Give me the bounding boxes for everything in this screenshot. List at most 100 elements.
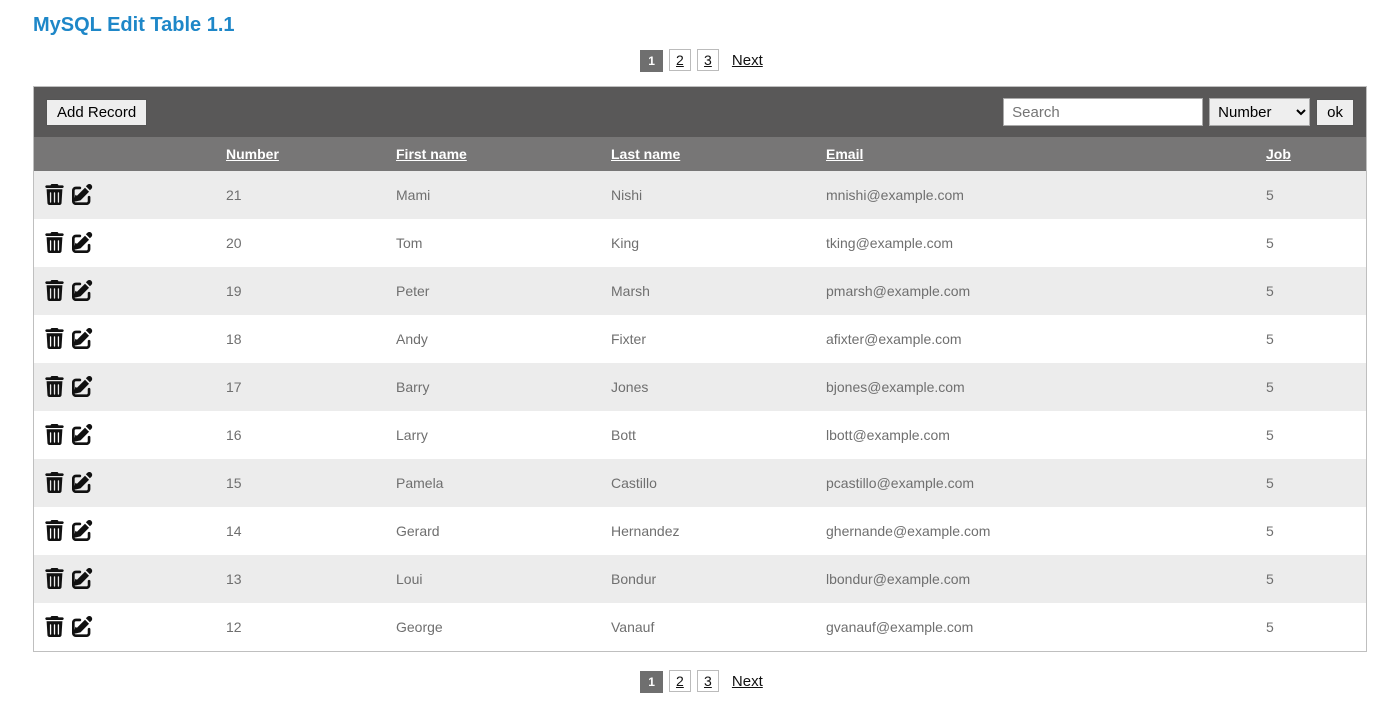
cell-first: Larry bbox=[384, 411, 599, 459]
page-3[interactable]: 3 bbox=[697, 670, 719, 692]
cell-job: 5 bbox=[1254, 603, 1366, 651]
cell-number: 13 bbox=[214, 555, 384, 603]
cell-job: 5 bbox=[1254, 171, 1366, 219]
delete-icon[interactable] bbox=[44, 232, 66, 254]
cell-number: 20 bbox=[214, 219, 384, 267]
col-email-sort[interactable]: Email bbox=[826, 146, 863, 162]
cell-job: 5 bbox=[1254, 411, 1366, 459]
page-title: MySQL Edit Table 1.1 bbox=[33, 14, 1367, 37]
page-2[interactable]: 2 bbox=[669, 670, 691, 692]
cell-number: 12 bbox=[214, 603, 384, 651]
cell-job: 5 bbox=[1254, 363, 1366, 411]
cell-last: King bbox=[599, 219, 814, 267]
table-row: 19PeterMarshpmarsh@example.com5 bbox=[34, 267, 1366, 315]
delete-icon[interactable] bbox=[44, 280, 66, 302]
cell-job: 5 bbox=[1254, 267, 1366, 315]
cell-email: tking@example.com bbox=[814, 219, 1254, 267]
cell-first: Peter bbox=[384, 267, 599, 315]
pagination-bottom: 123 Next bbox=[33, 670, 1367, 693]
delete-icon[interactable] bbox=[44, 328, 66, 350]
col-number-sort[interactable]: Number bbox=[226, 146, 279, 162]
cell-first: Mami bbox=[384, 171, 599, 219]
table-panel: Add Record NumberFirst nameLast nameEmai… bbox=[33, 86, 1367, 652]
table-row: 12GeorgeVanaufgvanauf@example.com5 bbox=[34, 603, 1366, 651]
edit-icon[interactable] bbox=[72, 424, 94, 446]
delete-icon[interactable] bbox=[44, 472, 66, 494]
page-1: 1 bbox=[640, 671, 663, 693]
cell-last: Fixter bbox=[599, 315, 814, 363]
table-header-row: Number First name Last name Email Job bbox=[34, 137, 1366, 171]
table-row: 18AndyFixterafixter@example.com5 bbox=[34, 315, 1366, 363]
cell-job: 5 bbox=[1254, 555, 1366, 603]
cell-first: George bbox=[384, 603, 599, 651]
delete-icon[interactable] bbox=[44, 568, 66, 590]
search-input[interactable] bbox=[1003, 98, 1203, 126]
cell-number: 15 bbox=[214, 459, 384, 507]
delete-icon[interactable] bbox=[44, 376, 66, 398]
cell-number: 16 bbox=[214, 411, 384, 459]
delete-icon[interactable] bbox=[44, 184, 66, 206]
edit-icon[interactable] bbox=[72, 616, 94, 638]
cell-job: 5 bbox=[1254, 507, 1366, 555]
page-1: 1 bbox=[640, 50, 663, 72]
delete-icon[interactable] bbox=[44, 424, 66, 446]
cell-number: 17 bbox=[214, 363, 384, 411]
cell-last: Jones bbox=[599, 363, 814, 411]
cell-email: ghernande@example.com bbox=[814, 507, 1254, 555]
cell-job: 5 bbox=[1254, 219, 1366, 267]
cell-email: gvanauf@example.com bbox=[814, 603, 1254, 651]
page-2[interactable]: 2 bbox=[669, 49, 691, 71]
cell-first: Andy bbox=[384, 315, 599, 363]
cell-first: Loui bbox=[384, 555, 599, 603]
page-next[interactable]: Next bbox=[732, 673, 763, 690]
page-3[interactable]: 3 bbox=[697, 49, 719, 71]
pagination-top: 123 Next bbox=[33, 49, 1367, 72]
cell-number: 19 bbox=[214, 267, 384, 315]
col-actions bbox=[34, 137, 214, 171]
table-row: 15PamelaCastillopcastillo@example.com5 bbox=[34, 459, 1366, 507]
edit-icon[interactable] bbox=[72, 280, 94, 302]
table-row: 17BarryJonesbjones@example.com5 bbox=[34, 363, 1366, 411]
col-job-sort[interactable]: Job bbox=[1266, 146, 1291, 162]
edit-icon[interactable] bbox=[72, 520, 94, 542]
table-row: 20TomKingtking@example.com5 bbox=[34, 219, 1366, 267]
col-last-sort[interactable]: Last name bbox=[611, 146, 680, 162]
cell-last: Bott bbox=[599, 411, 814, 459]
cell-email: mnishi@example.com bbox=[814, 171, 1254, 219]
cell-email: lbondur@example.com bbox=[814, 555, 1254, 603]
edit-icon[interactable] bbox=[72, 232, 94, 254]
cell-number: 14 bbox=[214, 507, 384, 555]
delete-icon[interactable] bbox=[44, 616, 66, 638]
cell-number: 18 bbox=[214, 315, 384, 363]
page-next[interactable]: Next bbox=[732, 52, 763, 69]
search-ok-button[interactable]: ok bbox=[1316, 99, 1354, 126]
edit-icon[interactable] bbox=[72, 328, 94, 350]
edit-icon[interactable] bbox=[72, 376, 94, 398]
cell-last: Bondur bbox=[599, 555, 814, 603]
cell-email: bjones@example.com bbox=[814, 363, 1254, 411]
edit-icon[interactable] bbox=[72, 472, 94, 494]
cell-email: pmarsh@example.com bbox=[814, 267, 1254, 315]
cell-last: Nishi bbox=[599, 171, 814, 219]
col-first-sort[interactable]: First name bbox=[396, 146, 467, 162]
table-row: 14GerardHernandezghernande@example.com5 bbox=[34, 507, 1366, 555]
table-row: 13LouiBondurlbondur@example.com5 bbox=[34, 555, 1366, 603]
toolbar-right: NumberFirst nameLast nameEmailJob ok bbox=[1003, 98, 1354, 126]
edit-icon[interactable] bbox=[72, 184, 94, 206]
cell-job: 5 bbox=[1254, 459, 1366, 507]
cell-last: Castillo bbox=[599, 459, 814, 507]
table-row: 16LarryBottlbott@example.com5 bbox=[34, 411, 1366, 459]
cell-last: Vanauf bbox=[599, 603, 814, 651]
cell-email: pcastillo@example.com bbox=[814, 459, 1254, 507]
table-row: 21MamiNishimnishi@example.com5 bbox=[34, 171, 1366, 219]
cell-first: Barry bbox=[384, 363, 599, 411]
cell-first: Pamela bbox=[384, 459, 599, 507]
edit-icon[interactable] bbox=[72, 568, 94, 590]
data-table: Number First name Last name Email Job 21… bbox=[34, 137, 1366, 651]
cell-first: Gerard bbox=[384, 507, 599, 555]
search-field-select[interactable]: NumberFirst nameLast nameEmailJob bbox=[1209, 98, 1310, 126]
toolbar: Add Record NumberFirst nameLast nameEmai… bbox=[34, 87, 1366, 137]
cell-job: 5 bbox=[1254, 315, 1366, 363]
delete-icon[interactable] bbox=[44, 520, 66, 542]
add-record-button[interactable]: Add Record bbox=[46, 99, 147, 126]
